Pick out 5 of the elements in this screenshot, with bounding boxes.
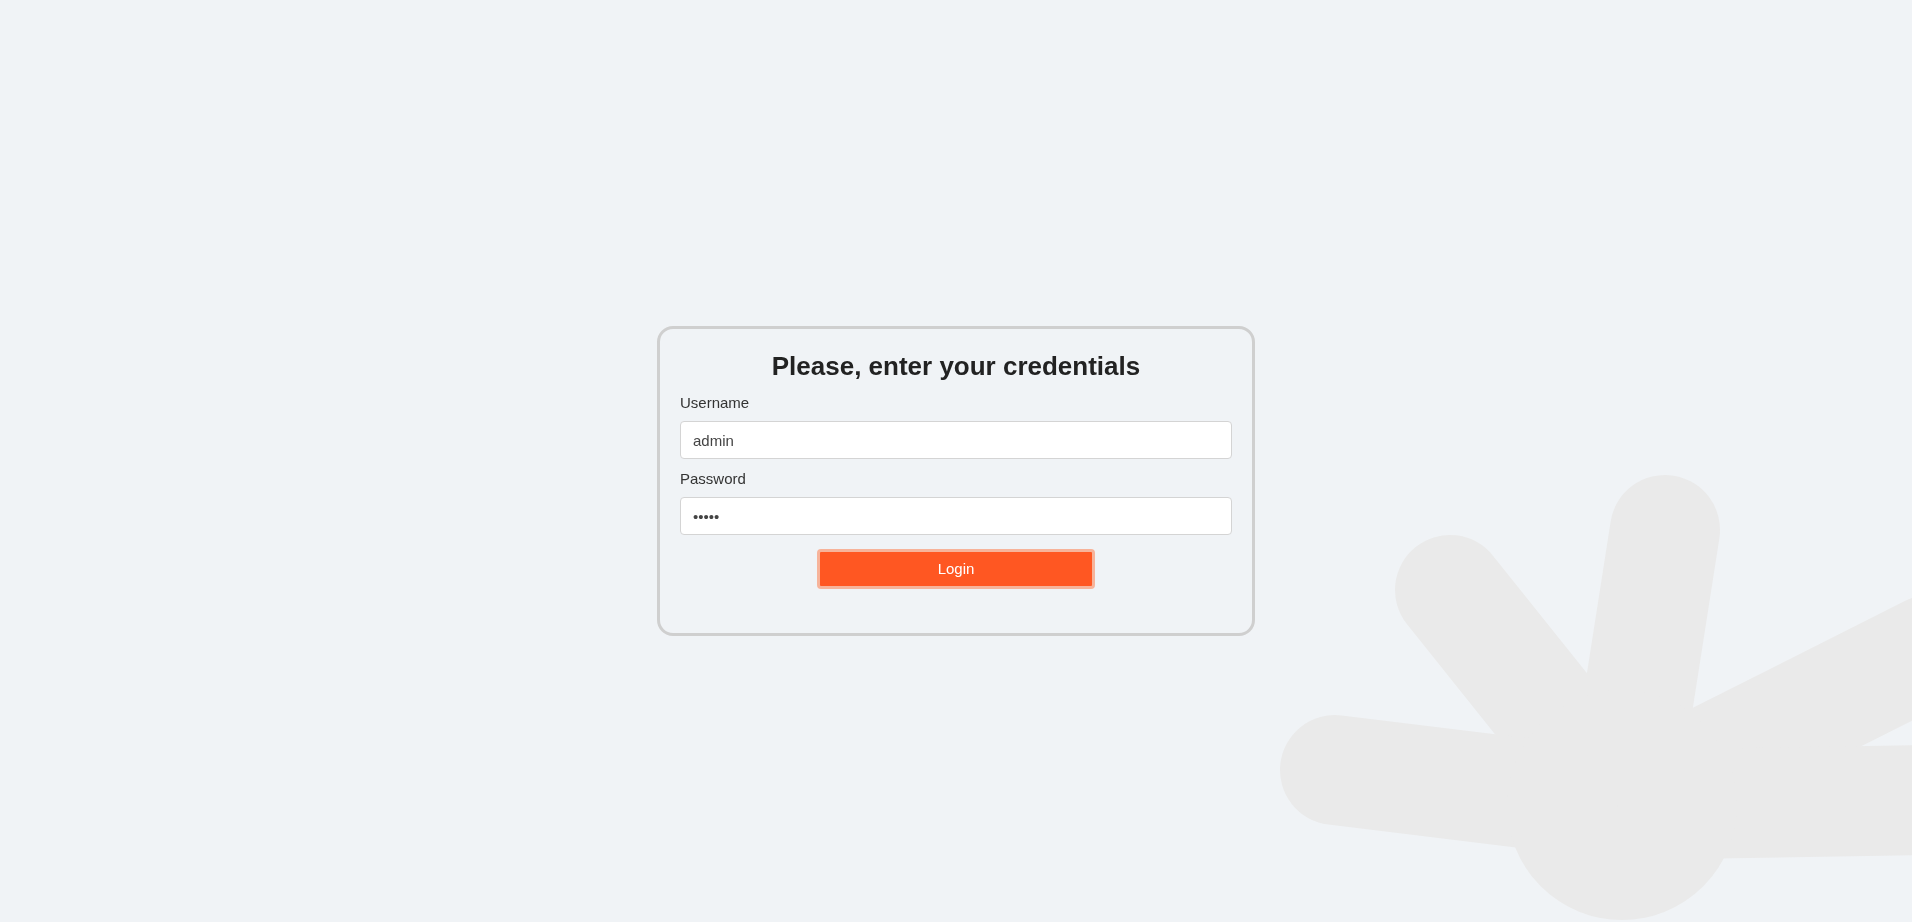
text-field[interactable]: admin <box>680 421 1232 459</box>
field-label: Username <box>680 393 751 413</box>
text-field[interactable]: ••••• <box>680 497 1232 535</box>
card-title: Please, enter your credentials <box>770 350 1142 383</box>
field-label: Password <box>680 469 747 489</box>
